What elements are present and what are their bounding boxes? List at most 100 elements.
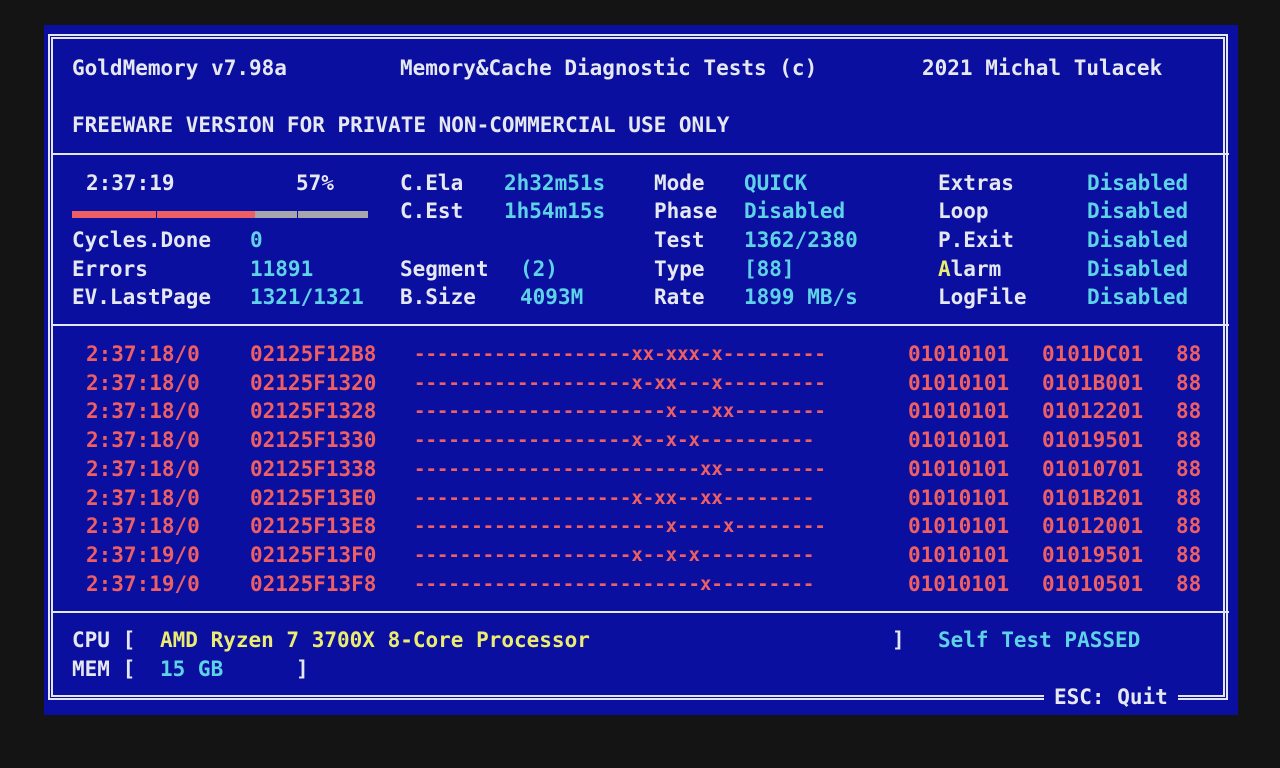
b-size-label: B.Size [400,285,476,309]
mem-close: ] [296,657,309,681]
copyright: 2021 Michal Tulacek [922,56,1163,80]
progress-segment [142,211,157,218]
extras-value: Disabled [1087,171,1189,195]
progress-segment [241,211,256,218]
log-divider [53,611,1229,613]
cycles-value: 0 [250,228,263,252]
log-pattern-expected: 01010101 [908,485,1010,510]
log-address: 02125F13E0 [250,485,377,510]
app-subtitle: Memory&Cache Diagnostic Tests (c) [400,56,818,80]
progress-segment [227,211,242,218]
log-pattern-expected: 01010101 [908,399,1010,424]
esc-quit-hint[interactable]: ESC: Quit [1044,683,1178,711]
mem-value: 15 GB [160,657,224,681]
log-address: 02125F1320 [250,370,377,395]
ev-lastpage-label: EV.LastPage [72,285,212,309]
alarm-label: Alarm [938,255,1001,283]
log-pattern-read: 01012001 [1042,514,1144,539]
self-test-status: Self Test PASSED [938,628,1141,652]
log-address: 02125F13E8 [250,514,377,539]
progress-segment [339,211,354,218]
c-est-label: C.Est [400,199,464,223]
clock: 2:37:19 [86,171,175,195]
alarm-hotkey: A [938,257,951,281]
log-test-type: 88 [1176,514,1202,539]
log-pattern-read: 0101B201 [1042,485,1144,510]
alarm-value: Disabled [1087,257,1189,281]
log-test-type: 88 [1176,456,1202,481]
test-label: Test [654,228,705,252]
log-address: 02125F1330 [250,428,377,453]
log-pattern-expected: 01010101 [908,542,1010,567]
c-ela-value: 2h32m51s [504,171,606,195]
c-est-value: 1h54m15s [504,199,606,223]
extras-label: Extras [938,171,1014,195]
cycles-label: Cycles.Done [72,228,212,252]
progress-segment [325,211,340,218]
errors-label: Errors [72,257,148,281]
phase-value: Disabled [744,199,846,223]
phase-label: Phase [654,199,718,223]
log-pattern-expected: 01010101 [908,342,1010,366]
log-address: 02125F1338 [250,456,377,481]
status-divider [53,324,1229,326]
p-exit-label: P.Exit [938,228,1014,252]
progress-segment [212,211,227,218]
type-value: [88] [744,257,795,281]
log-test-type: 88 [1176,571,1202,596]
log-address: 02125F13F0 [250,542,377,567]
rate-label: Rate [654,285,705,309]
log-test-type: 88 [1176,428,1202,453]
log-pattern-read: 01010501 [1042,571,1144,596]
progress-segment [198,211,213,218]
segment-value: (2) [520,257,558,281]
rate-value: 1899 MB/s [744,285,858,309]
mode-label: Mode [654,171,705,195]
progress-segment [297,211,312,218]
log-pattern-read: 0101DC01 [1042,342,1144,366]
progress-segment [100,211,115,218]
log-time: 2:37:18/0 [86,456,200,481]
log-address: 02125F1328 [250,399,377,424]
progress-segment [86,211,101,218]
log-address: 02125F13F8 [250,571,377,596]
ev-lastpage-value: 1321/1321 [250,285,364,309]
progress-segment [156,211,171,218]
progress-segment [283,211,298,218]
log-time: 2:37:18/0 [86,342,200,366]
log-test-type: 88 [1176,370,1202,395]
progress-segment [128,211,143,218]
cpu-label: CPU [ [72,628,136,652]
header-divider [53,153,1229,155]
log-pattern-read: 0101B001 [1042,370,1144,395]
mode-value: QUICK [744,171,808,195]
log-time: 2:37:19/0 [86,571,200,596]
c-ela-label: C.Ela [400,171,464,195]
log-bit-pattern: -------------------x-xx--xx-------- [414,486,815,509]
log-bit-pattern: -------------------------xx--------- [414,457,826,480]
log-pattern-read: 01012201 [1042,399,1144,424]
app-title: GoldMemory v7.98a [72,56,287,80]
progress-segment [311,211,326,218]
logfile-label: LogFile [938,285,1027,309]
logfile-value: Disabled [1087,285,1189,309]
type-label: Type [654,257,705,281]
log-pattern-read: 01019501 [1042,428,1144,453]
progress-segment [114,211,129,218]
license-notice: FREEWARE VERSION FOR PRIVATE NON-COMMERC… [72,113,730,137]
cpu-value: AMD Ryzen 7 3700X 8-Core Processor [160,628,590,652]
segment-label: Segment [400,257,489,281]
test-value: 1362/2380 [744,228,858,252]
progress-segment [269,211,284,218]
goldmemory-screen: GoldMemory v7.98a Memory&Cache Diagnosti… [44,25,1238,715]
log-time: 2:37:18/0 [86,514,200,539]
log-time: 2:37:18/0 [86,485,200,510]
log-time: 2:37:19/0 [86,542,200,567]
log-pattern-expected: 01010101 [908,514,1010,539]
log-pattern-expected: 01010101 [908,428,1010,453]
progress-segment [184,211,199,218]
cpu-close: ] [892,628,905,652]
log-pattern-read: 01010701 [1042,456,1144,481]
mem-label: MEM [ [72,657,136,681]
loop-value: Disabled [1087,199,1189,223]
